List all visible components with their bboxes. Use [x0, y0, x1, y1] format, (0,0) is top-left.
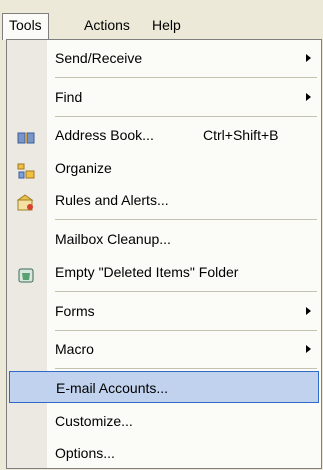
menu-item-label: Mailbox Cleanup... [55, 231, 171, 247]
submenu-arrow-icon [306, 307, 311, 315]
menu-item-organize[interactable]: Organize [7, 152, 321, 184]
menu-item-find[interactable]: Find [7, 81, 321, 113]
menu-item-empty-deleted-items[interactable]: Empty "Deleted Items" Folder [7, 256, 321, 288]
menu-item-label: Address Book... [55, 127, 154, 143]
menu-item-label: Customize... [55, 413, 133, 429]
menu-item-label: Send/Receive [55, 50, 143, 66]
menu-item-email-accounts[interactable]: E-mail Accounts... [9, 371, 319, 403]
menu-separator [55, 116, 317, 117]
menu-tools[interactable]: Tools [2, 13, 49, 40]
menu-item-send-receive[interactable]: Send/Receive [7, 42, 321, 74]
deleted-items-icon [17, 263, 35, 283]
menu-item-label: Options... [55, 445, 115, 461]
submenu-arrow-icon [306, 93, 311, 101]
tools-menu: Send/Receive Find Address Book... Ctrl+S… [6, 39, 322, 469]
menu-item-forms[interactable]: Forms [7, 295, 321, 327]
menu-item-rules-and-alerts[interactable]: Rules and Alerts... [7, 184, 321, 216]
menu-item-options[interactable]: Options... [7, 437, 321, 469]
menu-item-label: Rules and Alerts... [55, 192, 169, 208]
menu-help-label: Help [152, 17, 181, 33]
menu-item-label: E-mail Accounts... [56, 380, 169, 396]
menu-separator [55, 219, 317, 220]
menu-actions-label: Actions [84, 17, 130, 33]
menu-tools-label: Tools [9, 17, 42, 33]
menu-item-label: Find [55, 89, 83, 105]
submenu-arrow-icon [306, 345, 311, 353]
menu-separator [55, 77, 317, 78]
menu-actions[interactable]: Actions [78, 14, 136, 36]
submenu-arrow-icon [306, 54, 311, 62]
menu-item-shortcut: Ctrl+Shift+B [203, 127, 279, 143]
menu-item-label: Organize [55, 160, 112, 176]
menu-help[interactable]: Help [146, 14, 187, 36]
organize-icon [17, 159, 35, 179]
menu-item-label: Macro [55, 341, 94, 357]
menu-separator [55, 330, 317, 331]
menu-bar: Tools Actions Help [0, 0, 323, 40]
menu-item-address-book[interactable]: Address Book... Ctrl+Shift+B [7, 119, 321, 151]
menu-separator [55, 368, 317, 369]
menu-item-label: Empty "Deleted Items" Folder [55, 264, 239, 280]
menu-item-mailbox-cleanup[interactable]: Mailbox Cleanup... [7, 223, 321, 255]
menu-separator [55, 291, 317, 292]
menu-item-customize[interactable]: Customize... [7, 405, 321, 437]
menu-item-label: Forms [55, 303, 95, 319]
rules-alerts-icon [16, 191, 35, 211]
address-book-icon [17, 126, 35, 144]
menu-item-macro[interactable]: Macro [7, 333, 321, 365]
